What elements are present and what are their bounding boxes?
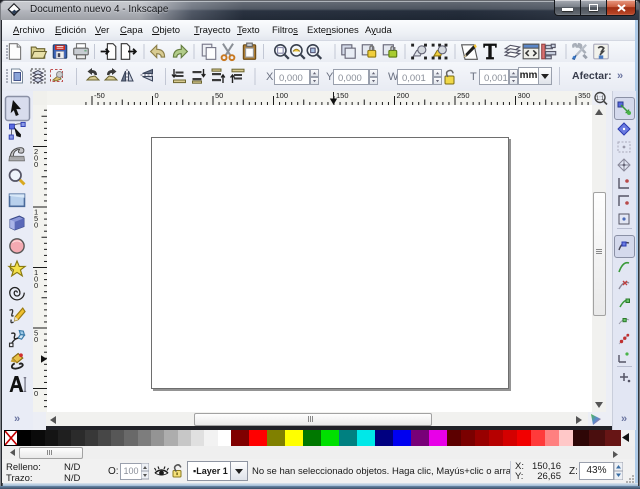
svg-text:200: 200 bbox=[397, 91, 410, 100]
svg-text:100: 100 bbox=[276, 91, 289, 100]
svg-text:0: 0 bbox=[155, 91, 159, 100]
svg-text:0: 0 bbox=[34, 389, 38, 398]
svg-text:300: 300 bbox=[518, 91, 531, 100]
svg-text:0: 0 bbox=[34, 335, 38, 344]
svg-text:150: 150 bbox=[336, 91, 349, 100]
svg-text:1:1: 1:1 bbox=[596, 96, 605, 102]
svg-text:50: 50 bbox=[215, 91, 223, 100]
svg-text:250: 250 bbox=[457, 91, 470, 100]
svg-text:»: » bbox=[14, 413, 20, 425]
svg-text:»: » bbox=[621, 413, 627, 425]
svg-text:0: 0 bbox=[34, 281, 38, 290]
svg-text:0: 0 bbox=[34, 221, 38, 230]
svg-text:350: 350 bbox=[578, 91, 591, 100]
svg-text:-50: -50 bbox=[94, 91, 105, 100]
svg-text:0: 0 bbox=[34, 160, 38, 169]
